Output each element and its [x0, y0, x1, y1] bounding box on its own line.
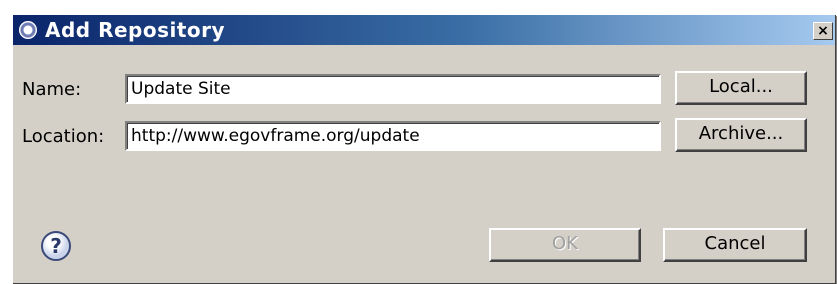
ok-button[interactable]: OK: [489, 228, 641, 262]
cancel-button[interactable]: Cancel: [663, 228, 807, 262]
location-label: Location:: [22, 126, 105, 147]
title-bar[interactable]: Add Repository ×: [13, 15, 835, 45]
help-icon[interactable]: ?: [41, 231, 71, 261]
archive-button[interactable]: Archive...: [675, 118, 807, 152]
name-label: Name:: [22, 79, 82, 100]
dialog-title: Add Repository: [45, 18, 226, 42]
eclipse-icon: [19, 21, 37, 39]
local-button[interactable]: Local...: [675, 71, 807, 105]
close-button[interactable]: ×: [813, 22, 833, 40]
add-repository-dialog: Add Repository × Name: Local... Location…: [12, 14, 835, 283]
location-input[interactable]: [125, 121, 661, 151]
name-input[interactable]: [125, 74, 661, 104]
